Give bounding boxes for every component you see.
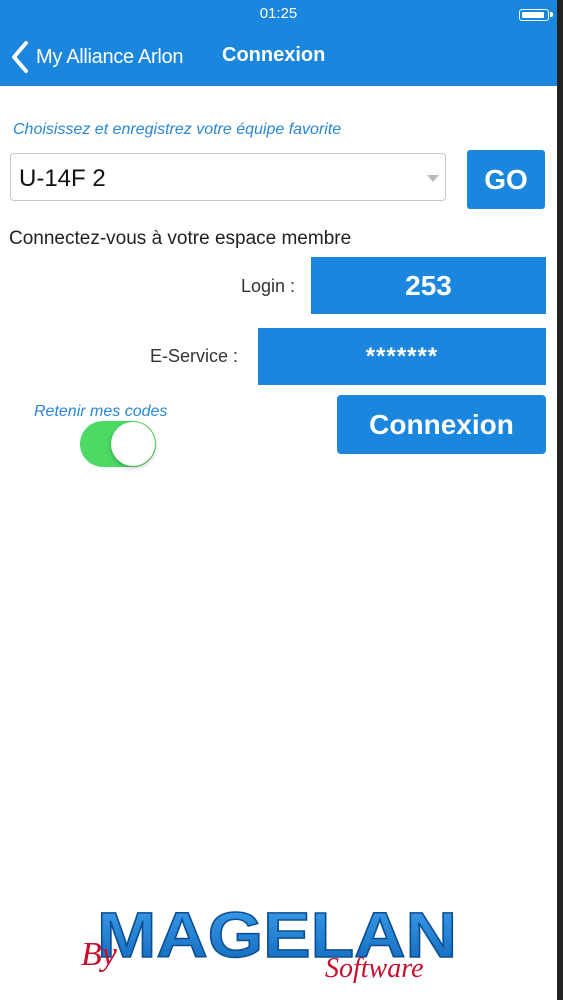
status-time: 01:25 bbox=[259, 5, 298, 22]
connect-button[interactable]: Connexion bbox=[337, 395, 546, 454]
team-select[interactable]: U-14F 2 bbox=[10, 153, 446, 201]
toggle-knob bbox=[111, 422, 155, 466]
go-button[interactable]: GO bbox=[467, 150, 545, 209]
battery-icon bbox=[519, 9, 553, 21]
remember-codes-label: Retenir mes codes bbox=[34, 403, 168, 420]
favorite-team-prompt: Choisissez et enregistrez votre équipe f… bbox=[13, 121, 342, 138]
magelan-logo: MAGELAN By Software bbox=[81, 898, 458, 984]
remember-codes-toggle[interactable] bbox=[80, 421, 156, 467]
member-prompt: Connectez-vous à votre espace membre bbox=[9, 228, 352, 249]
chevron-down-icon bbox=[427, 175, 439, 182]
eservice-label: E-Service : bbox=[149, 346, 238, 366]
nav-bar: 01:25 My Alliance Arlon Connexion bbox=[0, 0, 557, 86]
logo-by: By bbox=[81, 936, 118, 973]
chevron-left-icon bbox=[12, 41, 28, 73]
login-field[interactable]: 253 bbox=[311, 257, 546, 314]
login-label: Login : bbox=[240, 276, 295, 296]
back-button[interactable]: My Alliance Arlon bbox=[10, 38, 184, 76]
device-screen: 01:25 My Alliance Arlon Connexion Choisi… bbox=[0, 0, 563, 1000]
back-label: My Alliance Arlon bbox=[36, 45, 184, 68]
page-title: Connexion bbox=[222, 44, 326, 66]
eservice-field[interactable]: ******* bbox=[258, 328, 546, 385]
logo-software: Software bbox=[325, 953, 424, 984]
team-select-value: U-14F 2 bbox=[19, 165, 106, 192]
